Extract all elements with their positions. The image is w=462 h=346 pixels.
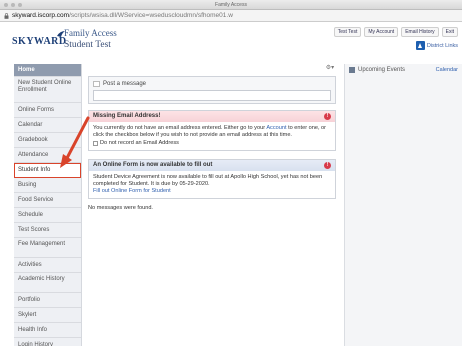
sidebar-item-login-history[interactable]: Login History [14,338,81,346]
sidebar-item-food-service[interactable]: Food Service [14,193,81,208]
page-header: SKYWARD Family Access Student Test Test … [0,22,462,58]
upcoming-events-header: Upcoming Events Calendar [345,64,462,76]
user-name-link[interactable]: Test Test [333,27,362,37]
email-history-link[interactable]: Email History [401,27,439,37]
alert-icon: ! [324,113,331,120]
sidebar-item-schedule[interactable]: Schedule [14,208,81,223]
post-message-header: Post a message [93,81,146,87]
sidebar-item-skylert[interactable]: Skylert [14,308,81,323]
sidebar-item-home[interactable]: Home [14,64,81,77]
sidebar-item-academic-history[interactable]: Academic History [14,273,81,293]
sidebar-item-online-forms[interactable]: Online Forms [14,103,81,118]
no-email-checkbox-label: Do not record an Email Address [100,140,179,146]
district-links-icon [415,41,425,50]
window-title: Family Access [215,2,247,8]
alert-icon: ! [324,162,331,169]
address-bar[interactable]: skyward.iscorp.com/scripts/wsisa.dll/WSe… [0,10,462,22]
main-content: ⚙▾ Post a message Missing Email Address!… [84,64,340,346]
url-text[interactable]: skyward.iscorp.com/scripts/wsisa.dll/WSe… [12,12,233,19]
online-form-body: Student Device Agreement is now availabl… [93,174,323,194]
no-email-checkbox-row[interactable]: Do not record an Email Address [93,140,331,147]
no-email-checkbox[interactable] [93,141,98,146]
window-titlebar: Family Access [0,0,462,10]
sidebar-item-student-info[interactable]: Student Info [14,163,81,178]
sidebar-nav: Home New Student Online Enrollment Onlin… [14,64,82,346]
sidebar-item-portfolio[interactable]: Portfolio [14,293,81,308]
sidebar-item-fee-management[interactable]: Fee Management [14,238,81,258]
email-warning-title: Missing Email Address! ! [89,111,335,122]
district-links-label: District Links [426,42,458,49]
sidebar-item-health-info[interactable]: Health Info [14,323,81,338]
no-messages-text: No messages were found. [88,205,153,211]
upcoming-events-panel: Upcoming Events Calendar [344,64,462,346]
message-icon [93,81,100,87]
post-message-box: Post a message [88,76,336,104]
upcoming-events-title: Upcoming Events [358,67,406,73]
sidebar-item-activities[interactable]: Activities [14,258,81,273]
my-account-link[interactable]: My Account [364,27,399,37]
calendar-icon [349,67,355,73]
sidebar-item-attendance[interactable]: Attendance [14,148,81,163]
fill-out-form-link[interactable]: Fill out Online Form for Student [93,188,171,194]
district-links[interactable]: District Links [415,41,458,50]
sidebar-item-gradebook[interactable]: Gradebook [14,133,81,148]
online-form-title: An Online Form is now available to fill … [89,160,335,171]
student-name: Student Test [64,40,111,50]
top-links: Test Test My Account Email History Exit [333,27,458,37]
sidebar-item-test-scores[interactable]: Test Scores [14,223,81,238]
sidebar-item-busing[interactable]: Busing [14,178,81,193]
email-warning-body: You currently do not have an email addre… [89,122,335,150]
calendar-link[interactable]: Calendar [436,64,458,76]
online-form-card: An Online Form is now available to fill … [88,159,336,199]
app-title: Family Access [64,28,117,38]
lock-icon [4,13,9,19]
gear-icon[interactable]: ⚙▾ [324,64,336,71]
account-link[interactable]: Account [266,125,286,131]
email-warning-card: Missing Email Address! ! You currently d… [88,110,336,151]
post-message-input[interactable] [93,90,331,101]
post-message-label: Post a message [103,81,147,87]
exit-link[interactable]: Exit [441,27,458,37]
sidebar-item-new-student-enrollment[interactable]: New Student Online Enrollment [14,77,81,103]
sidebar-item-calendar[interactable]: Calendar [14,118,81,133]
